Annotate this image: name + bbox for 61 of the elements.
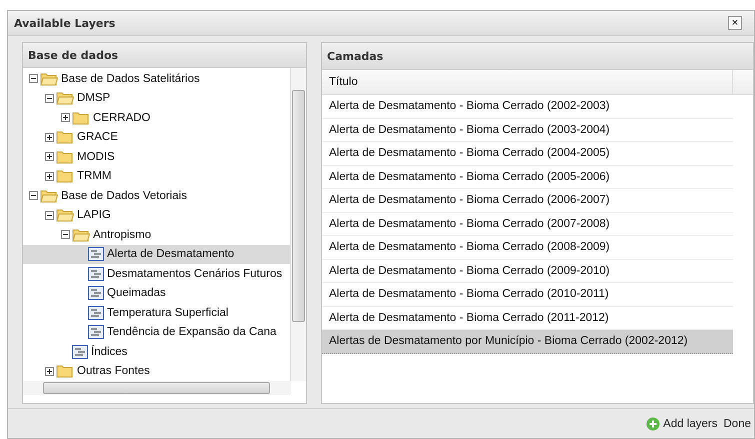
tree-item[interactable]: Alerta de Desmatamento (23, 244, 290, 264)
layer-row[interactable]: Alerta de Desmatamento - Bioma Cerrado (2007-2008) (322, 212, 733, 236)
add-icon (646, 416, 660, 430)
layer-icon (88, 325, 104, 340)
panel-title: Camadas (327, 50, 384, 62)
layer-row[interactable]: Alerta de Desmatamento - Bioma Cerrado (2010-2011) (322, 283, 733, 306)
folder-icon (56, 130, 74, 144)
window-title: Available Layers (14, 16, 116, 30)
tree-item[interactable]: MODIS (23, 147, 290, 167)
tree-item[interactable]: Queimadas (23, 284, 290, 304)
layer-row[interactable]: Alerta de Desmatamento - Bioma Cerrado (2004-2005) (322, 142, 733, 166)
layer-icon (88, 247, 104, 262)
tree-item[interactable]: Tendência de Expansão da Cana (23, 322, 290, 342)
layer-row[interactable]: Alerta de Desmatamento - Bioma Cerrado (2003-2004) (322, 118, 733, 142)
tree-item[interactable]: TRMM (23, 166, 290, 186)
layer-row[interactable]: Alerta de Desmatamento - Bioma Cerrado (2006-2007) (322, 189, 733, 212)
tree-item[interactable]: CERRADO (23, 108, 290, 128)
footer-button[interactable]: Add layers (645, 414, 718, 432)
tree-item[interactable]: Temperatura Superficial (23, 303, 290, 323)
plus-icon[interactable] (61, 113, 70, 122)
footer-button[interactable]: Done (722, 416, 752, 432)
folder-icon (56, 208, 74, 222)
plus-icon[interactable] (45, 132, 54, 142)
tree-item[interactable]: Desmatamentos Cenários Futuros (23, 264, 290, 284)
minus-icon[interactable] (45, 210, 54, 220)
layer-row[interactable]: Alerta de Desmatamento - Bioma Cerrado (2009-2010) (322, 260, 733, 283)
tree-item[interactable]: LAPIG (23, 206, 290, 226)
layer-icon (88, 306, 104, 320)
layer-icon (72, 344, 88, 359)
minus-icon[interactable] (29, 191, 38, 200)
folder-icon (72, 228, 90, 242)
minus-icon[interactable] (61, 230, 70, 240)
folder-icon (72, 110, 90, 125)
layer-row[interactable]: Alerta de Desmatamento - Bioma Cerrado (2008-2009) (322, 236, 733, 260)
minus-icon[interactable] (45, 94, 54, 103)
vertical-scrollbar[interactable] (290, 68, 306, 382)
layer-icon (88, 286, 104, 300)
layer-row[interactable]: Alerta de Desmatamento - Bioma Cerrado (2002-2003) (322, 95, 733, 118)
plus-icon[interactable] (45, 152, 54, 162)
folder-icon (40, 188, 58, 203)
tree-item[interactable]: Antropismo (23, 225, 290, 245)
tree-item[interactable]: Índices (23, 342, 290, 362)
folder-icon (56, 364, 74, 378)
tree-item[interactable]: Outras Fontes (23, 362, 290, 382)
minus-icon[interactable] (29, 74, 38, 84)
folder-icon (56, 169, 74, 184)
folder-icon (56, 91, 74, 106)
close-button[interactable]: × (728, 16, 742, 30)
layer-icon (88, 266, 104, 281)
layer-row[interactable]: Alertas de Desmatamento por Município - Bioma Cerrado (2002-2012) (322, 330, 733, 354)
layer-row[interactable]: Alerta de Desmatamento - Bioma Cerrado (2005-2006) (322, 166, 733, 189)
plus-icon[interactable] (45, 366, 54, 376)
tree-item[interactable]: Base de Dados Vetoriais (23, 186, 290, 206)
horizontal-scrollbar[interactable] (23, 381, 291, 395)
tree-item[interactable]: GRACE (23, 128, 290, 148)
folder-icon (56, 150, 74, 164)
panel-title: Base de dados (28, 48, 118, 62)
folder-icon (40, 72, 58, 86)
plus-icon[interactable] (45, 172, 54, 181)
tree-item[interactable]: Base de Dados Satelitários (23, 69, 290, 89)
tree-item[interactable]: DMSP (23, 88, 290, 108)
